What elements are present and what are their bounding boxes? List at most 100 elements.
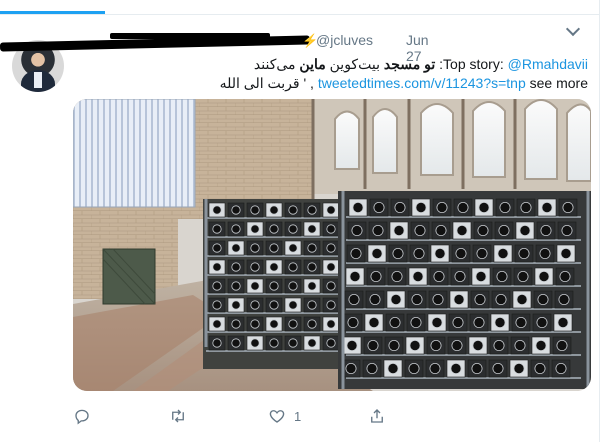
miner-fan bbox=[475, 270, 487, 282]
miner-fan bbox=[212, 300, 222, 310]
miner-fan bbox=[494, 316, 506, 328]
miner-fan bbox=[520, 202, 532, 214]
miner-fan bbox=[288, 262, 298, 272]
miner-fan bbox=[212, 224, 222, 234]
miner-fan bbox=[367, 339, 379, 351]
miner-fan bbox=[392, 247, 404, 259]
miner-fan bbox=[352, 202, 364, 214]
miner-fan bbox=[269, 319, 279, 329]
miner-fan bbox=[516, 293, 528, 305]
like-count: 1 bbox=[294, 408, 302, 424]
miner-fan bbox=[212, 243, 222, 253]
miner-fan bbox=[250, 281, 260, 291]
avatar-shirt bbox=[34, 72, 42, 88]
miner-fan bbox=[539, 247, 551, 259]
miner-fan bbox=[451, 339, 463, 351]
like-button[interactable]: 1 bbox=[268, 403, 301, 429]
miner-fan bbox=[478, 202, 490, 214]
miner-fan bbox=[326, 300, 336, 310]
tweet-media-photo[interactable] bbox=[73, 99, 591, 391]
miner-fan bbox=[493, 339, 505, 351]
miner-fan bbox=[250, 224, 260, 234]
miner-fan bbox=[212, 281, 222, 291]
miner-fan bbox=[288, 224, 298, 234]
miner-fan bbox=[326, 243, 336, 253]
miner-fan bbox=[269, 338, 279, 348]
miner-fan bbox=[231, 262, 241, 272]
miner-fan bbox=[515, 316, 527, 328]
miner-fan bbox=[391, 270, 403, 282]
miner-fan bbox=[307, 300, 317, 310]
see-more-link[interactable]: see more bbox=[530, 75, 588, 91]
miner-fan bbox=[474, 293, 486, 305]
miner-fan bbox=[562, 202, 574, 214]
miner-fan bbox=[557, 316, 569, 328]
tweet-text-line-1: Top story: @Rmahdavii: تو مسجد بیت‌کوین … bbox=[170, 55, 588, 74]
miner-fan bbox=[536, 316, 548, 328]
miner-fan bbox=[411, 293, 423, 305]
miner-fan bbox=[498, 225, 510, 237]
miner-fan bbox=[372, 225, 384, 237]
rack-right bbox=[338, 191, 591, 389]
text-mid: بیت‌کوین bbox=[329, 56, 380, 72]
miner-fan bbox=[231, 243, 241, 253]
miner-fan bbox=[307, 338, 317, 348]
miner-fan bbox=[537, 293, 549, 305]
share-button[interactable] bbox=[368, 403, 386, 429]
user-handle[interactable]: @jcluves bbox=[316, 32, 373, 48]
miner-fan bbox=[250, 338, 260, 348]
miner-fan bbox=[499, 202, 511, 214]
miner-fan bbox=[231, 300, 241, 310]
miner-fan bbox=[471, 362, 483, 374]
miner-fan bbox=[410, 316, 422, 328]
miner-fan bbox=[350, 247, 362, 259]
mention-link[interactable]: @Rmahdavii bbox=[508, 56, 588, 72]
text-line2-tail: , ' قربت الی الله bbox=[219, 75, 314, 91]
miner-fan bbox=[472, 339, 484, 351]
miner-fan bbox=[555, 362, 567, 374]
tweet-actions: 1 bbox=[73, 403, 393, 429]
miner-fan bbox=[477, 225, 489, 237]
miner-fan bbox=[497, 247, 509, 259]
miner-fan bbox=[370, 270, 382, 282]
retweet-button[interactable] bbox=[168, 403, 188, 429]
miner-fan bbox=[250, 205, 260, 215]
miner-fan bbox=[269, 262, 279, 272]
miner-fan bbox=[307, 281, 317, 291]
miner-fan bbox=[436, 202, 448, 214]
heart-icon bbox=[269, 410, 285, 423]
miner-fan bbox=[390, 293, 402, 305]
tweet-link[interactable]: tweetedtimes.com/v/11243?s=tnp bbox=[318, 75, 526, 91]
miner-fan bbox=[288, 243, 298, 253]
miner-fan bbox=[345, 362, 357, 374]
miner-fan bbox=[412, 270, 424, 282]
text-bold-2: ماین bbox=[299, 56, 326, 72]
miner-fan bbox=[269, 300, 279, 310]
miner-fan bbox=[212, 319, 222, 329]
mining-rig-photo bbox=[73, 99, 591, 391]
miner-fan bbox=[558, 293, 570, 305]
tweet-text-line-2: tweetedtimes.com/v/11243?s=tnp see more … bbox=[170, 74, 588, 93]
miner-fan bbox=[326, 281, 336, 291]
tweet-text: Top story: @Rmahdavii: تو مسجد بیت‌کوین … bbox=[170, 55, 588, 93]
miner-fan bbox=[495, 293, 507, 305]
rack-shelf bbox=[346, 239, 581, 241]
miner-fan bbox=[349, 270, 361, 282]
miner-fan bbox=[231, 319, 241, 329]
miner-fan bbox=[347, 316, 359, 328]
miner-fan bbox=[556, 339, 568, 351]
reply-icon bbox=[75, 409, 89, 425]
miner-fan bbox=[346, 339, 358, 351]
miner-fan bbox=[413, 247, 425, 259]
miner-fan bbox=[394, 202, 406, 214]
miner-fan bbox=[250, 243, 260, 253]
timeline-divider bbox=[0, 14, 600, 15]
miner-fan bbox=[250, 319, 260, 329]
miner-fan bbox=[453, 293, 465, 305]
miner-fan bbox=[541, 202, 553, 214]
reply-button[interactable] bbox=[73, 403, 91, 429]
miner-fan bbox=[517, 270, 529, 282]
chevron-down-icon[interactable] bbox=[565, 21, 581, 37]
miner-fan bbox=[231, 281, 241, 291]
miner-fan bbox=[519, 225, 531, 237]
